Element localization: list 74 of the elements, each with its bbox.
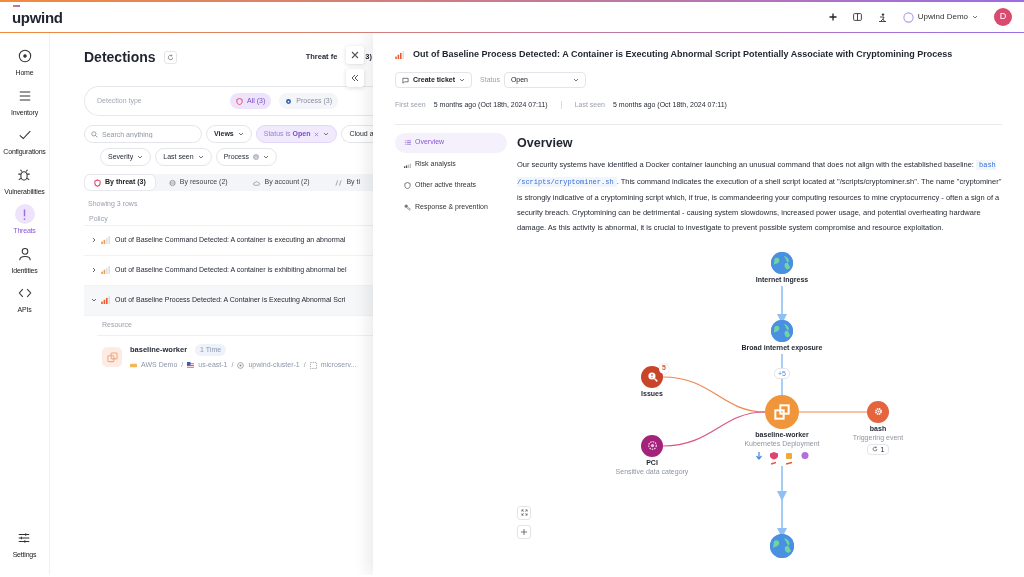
close-icon bbox=[351, 51, 359, 59]
flag-icon bbox=[187, 361, 195, 369]
chevron-icon bbox=[91, 267, 97, 273]
copy-icon bbox=[772, 401, 792, 422]
globe-node[interactable] bbox=[770, 533, 794, 558]
exclamation-icon bbox=[23, 208, 26, 220]
caret-icon bbox=[197, 155, 204, 159]
home-icon bbox=[17, 49, 32, 63]
globe-node[interactable] bbox=[771, 319, 793, 342]
caret-icon bbox=[137, 155, 144, 159]
stack-icon bbox=[168, 178, 176, 187]
globe-node[interactable] bbox=[771, 251, 793, 274]
shield-icon bbox=[236, 97, 243, 105]
caret-icon bbox=[572, 78, 579, 82]
refresh-button[interactable] bbox=[163, 50, 177, 64]
connector-line bbox=[777, 284, 787, 320]
refresh-icon bbox=[166, 53, 174, 61]
menu-icon bbox=[17, 88, 32, 103]
process-node[interactable] bbox=[867, 400, 889, 423]
person-icon bbox=[17, 246, 32, 261]
caret-icon bbox=[459, 78, 466, 82]
shield-icon bbox=[404, 182, 411, 189]
info-icon bbox=[252, 154, 259, 160]
plus-icon bbox=[521, 528, 527, 535]
list-icon bbox=[404, 139, 411, 146]
search-icon bbox=[91, 131, 98, 138]
caret-icon bbox=[972, 15, 978, 19]
resource-icon bbox=[102, 347, 122, 367]
pci-node[interactable] bbox=[641, 434, 663, 457]
tools-icon bbox=[404, 203, 411, 211]
connector-line bbox=[777, 464, 787, 534]
caret-icon bbox=[323, 132, 330, 136]
plus-icon[interactable] bbox=[828, 13, 837, 21]
caret-icon bbox=[237, 132, 244, 136]
org-icon bbox=[902, 11, 914, 23]
globe-icon bbox=[771, 319, 793, 342]
clear-icon[interactable] bbox=[314, 131, 320, 137]
code-brackets-icon bbox=[17, 286, 32, 300]
fit-view-button[interactable] bbox=[517, 505, 531, 520]
sliders-icon bbox=[17, 530, 32, 545]
gear-icon bbox=[285, 97, 293, 105]
close-button[interactable] bbox=[346, 46, 364, 64]
double-chevron-icon bbox=[351, 74, 359, 82]
person-icon[interactable] bbox=[877, 12, 887, 22]
ticket-icon bbox=[402, 76, 409, 84]
bug-icon bbox=[17, 167, 32, 182]
account-switcher[interactable]: Upwind Demo bbox=[917, 11, 978, 23]
connector-line bbox=[798, 411, 868, 413]
slash-icon bbox=[335, 178, 343, 187]
zoom-in-button[interactable] bbox=[517, 524, 531, 539]
cloud-icon bbox=[253, 178, 261, 187]
magnifier-icon bbox=[645, 370, 659, 384]
page-title: Detections bbox=[84, 47, 156, 67]
globe-icon bbox=[771, 251, 793, 274]
user-avatar[interactable]: D bbox=[994, 8, 1012, 26]
chevron-icon bbox=[91, 237, 97, 243]
detail-title: Out of Baseline Process Detected: A Container is Executing Abnormal Script Potentially Associate with Cryptomining Process bbox=[413, 48, 953, 62]
cloud-provider-icon bbox=[130, 361, 137, 369]
collapse-button[interactable] bbox=[346, 69, 364, 87]
section-heading: Overview bbox=[517, 134, 574, 152]
book-icon[interactable] bbox=[852, 13, 862, 21]
chevron-icon bbox=[91, 297, 97, 303]
shield-icon bbox=[94, 178, 101, 187]
globe-icon bbox=[770, 533, 794, 558]
issues-node[interactable] bbox=[641, 365, 663, 388]
fingerprint-icon bbox=[645, 439, 659, 453]
wheel-icon bbox=[237, 361, 245, 369]
caret-icon bbox=[262, 155, 269, 159]
checkmark-icon bbox=[17, 128, 32, 142]
dashed-square-icon bbox=[309, 361, 317, 369]
expand-icon bbox=[520, 509, 528, 517]
deployment-node[interactable] bbox=[765, 394, 799, 429]
risk-indicators-drawing bbox=[753, 450, 811, 465]
refresh-icon bbox=[871, 446, 878, 453]
